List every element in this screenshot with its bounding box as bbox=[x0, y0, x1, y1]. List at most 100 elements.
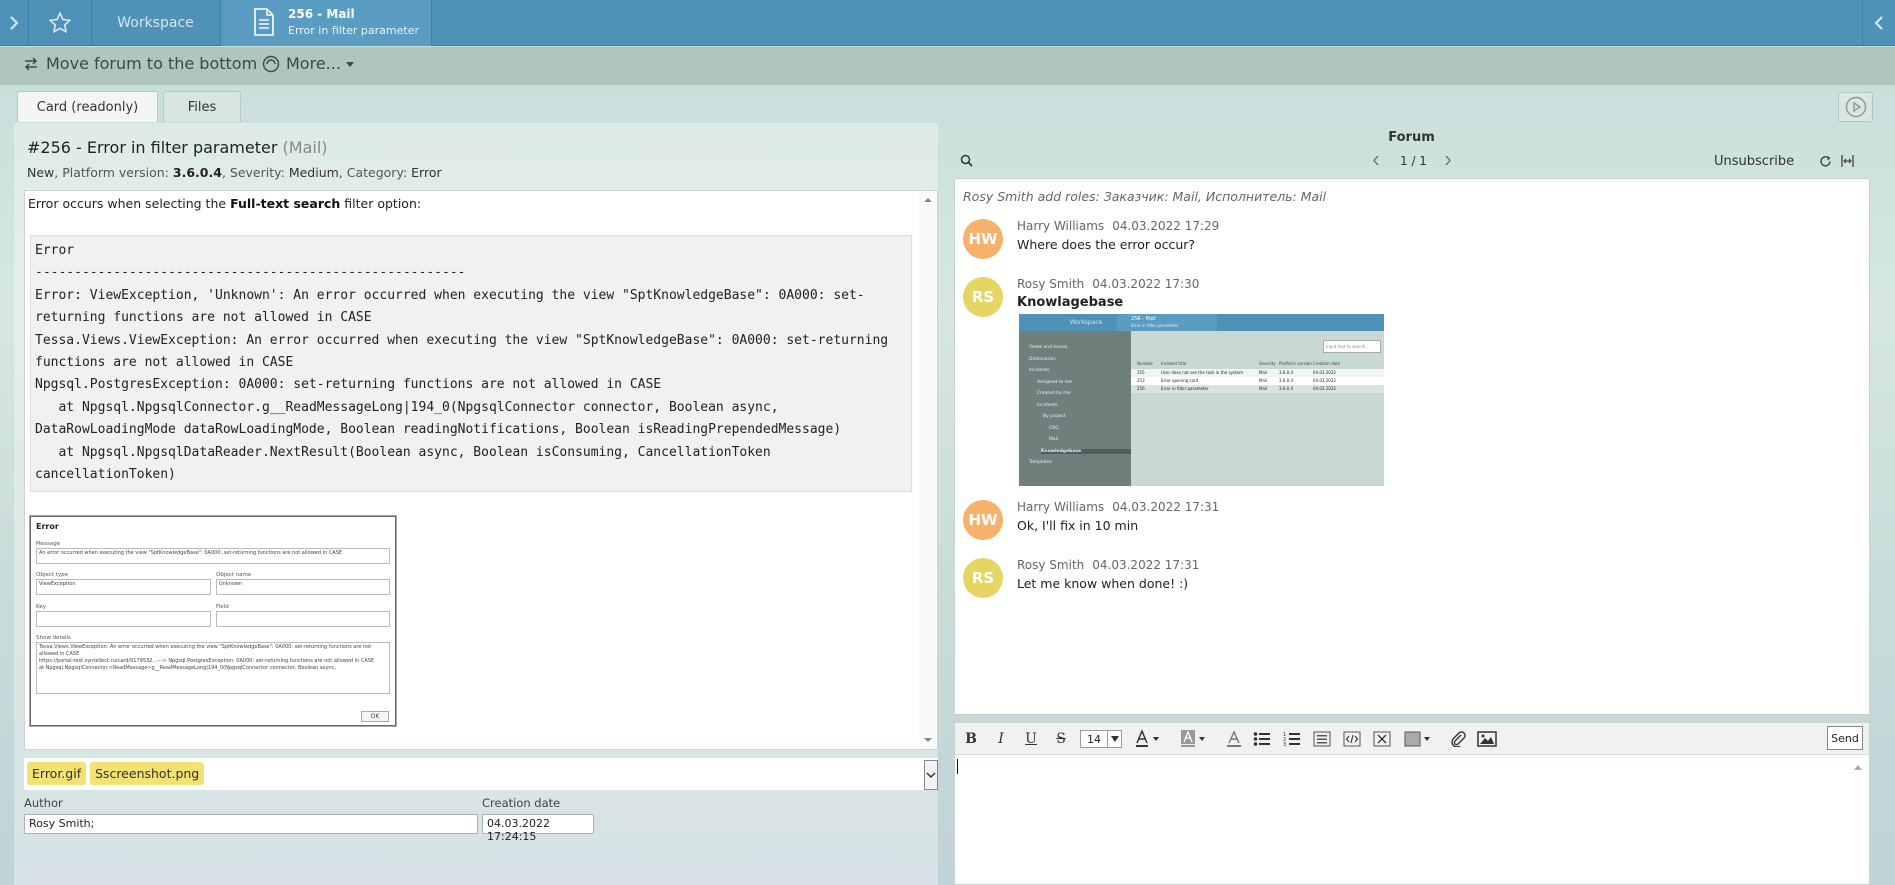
message-text: Let me know when done! :) bbox=[1017, 576, 1189, 591]
attachment-chip[interactable]: Sscreenshot.png bbox=[90, 762, 205, 785]
blockquote-button[interactable] bbox=[1313, 730, 1331, 748]
attachments-dropdown[interactable] bbox=[924, 760, 938, 790]
font-size-value: 14 bbox=[1087, 732, 1101, 746]
card-type-label: (Mail) bbox=[282, 138, 328, 157]
object-type-label: Object type bbox=[36, 572, 68, 578]
bullet-list-icon bbox=[1253, 732, 1270, 746]
kb-tree-item: Created by me bbox=[1037, 391, 1071, 396]
kb-table-cell: 256 bbox=[1137, 386, 1145, 391]
refresh-icon[interactable] bbox=[1819, 155, 1832, 168]
bold-button[interactable]: B bbox=[963, 730, 979, 748]
play-button[interactable] bbox=[1838, 92, 1873, 122]
avatar: HW bbox=[963, 219, 1003, 259]
scroll-down-icon bbox=[924, 738, 932, 742]
tab-files[interactable]: Files bbox=[163, 91, 241, 122]
message-time: 04.03.2022 17:30 bbox=[1092, 277, 1200, 291]
next-page-icon[interactable] bbox=[1444, 155, 1452, 166]
text-color-icon bbox=[1136, 730, 1159, 747]
insert-image-button[interactable] bbox=[1477, 730, 1497, 748]
description-bold: Full-text search bbox=[230, 196, 341, 211]
key-box bbox=[36, 611, 211, 627]
object-name-label: Object name bbox=[216, 572, 252, 578]
unsubscribe-button[interactable]: Unsubscribe bbox=[1714, 154, 1794, 169]
knowledgebase-screenshot[interactable]: Workspace 256 - Mail Error in filter par… bbox=[1019, 314, 1384, 486]
message-author: Harry Williams bbox=[1017, 500, 1105, 514]
attachment-chip[interactable]: Error.gif bbox=[27, 762, 87, 785]
collapse-panel-button[interactable] bbox=[1863, 0, 1895, 46]
font-size-select[interactable]: 14 bbox=[1080, 730, 1122, 748]
platform-label: Platform version: bbox=[62, 165, 169, 180]
remove-format-button[interactable] bbox=[1373, 730, 1391, 748]
more-label: More... bbox=[286, 54, 341, 73]
more-button[interactable]: More... bbox=[262, 54, 361, 73]
code-button[interactable] bbox=[1343, 730, 1361, 748]
expand-sidebar-button[interactable] bbox=[0, 0, 28, 46]
card-tabs: Card (readonly) Files bbox=[0, 85, 1895, 123]
author-field[interactable]: Rosy Smith; bbox=[24, 814, 478, 834]
description-suffix: filter option: bbox=[344, 196, 422, 211]
message-author: Harry Williams bbox=[1017, 219, 1105, 233]
card-meta: New, Platform version: 3.6.0.4, Severity… bbox=[27, 165, 442, 180]
table-button[interactable] bbox=[1403, 730, 1433, 748]
card-title-text: #256 - Error in filter parameter bbox=[27, 138, 278, 157]
kb-column-header: Creation date bbox=[1313, 361, 1341, 366]
strikethrough-button[interactable]: S bbox=[1053, 730, 1069, 748]
kb-tree-item: Templates bbox=[1029, 460, 1052, 465]
clear-format-button[interactable] bbox=[1225, 730, 1243, 748]
message-author: Rosy Smith bbox=[1017, 558, 1085, 572]
message-time: 04.03.2022 17:31 bbox=[1092, 558, 1200, 572]
tab-card-readonly[interactable]: Card (readonly) bbox=[17, 91, 158, 122]
highlight-color-button[interactable] bbox=[1179, 730, 1209, 748]
scroll-up-icon bbox=[924, 198, 932, 202]
description-scrollbar[interactable] bbox=[919, 191, 937, 749]
caret-down-icon bbox=[345, 61, 354, 67]
attach-file-button[interactable] bbox=[1449, 730, 1467, 748]
object-type-box: ViewException bbox=[36, 579, 211, 595]
kb-tab-title: 256 - Mail bbox=[1131, 316, 1156, 322]
move-forum-button[interactable]: Move forum to the bottom bbox=[22, 54, 257, 73]
document-icon bbox=[254, 8, 274, 36]
kb-table-cell: 3.6.0.4 bbox=[1279, 370, 1293, 375]
kb-table-cell: 3.6.0.4 bbox=[1279, 378, 1293, 383]
code-icon bbox=[1343, 731, 1361, 747]
kb-table-cell: Error opening card bbox=[1161, 378, 1199, 383]
kb-column-header: Number bbox=[1137, 361, 1154, 366]
message-author: Rosy Smith bbox=[1017, 277, 1085, 291]
message-input[interactable] bbox=[955, 755, 1867, 884]
kb-workspace-tab: Workspace bbox=[1069, 319, 1103, 326]
card-title: #256 - Error in filter parameter (Mail) bbox=[27, 138, 328, 157]
search-icon[interactable] bbox=[960, 154, 973, 167]
error-code-block: Error ----------------------------------… bbox=[30, 235, 912, 492]
underline-button[interactable]: U bbox=[1023, 730, 1039, 748]
numbered-list-icon: 123 bbox=[1283, 732, 1300, 747]
creation-date-field[interactable]: 04.03.2022 17:24:15 bbox=[482, 814, 594, 843]
workspace-tab[interactable]: Workspace bbox=[92, 0, 219, 46]
scroll-up-icon[interactable] bbox=[1853, 763, 1863, 771]
blockquote-icon bbox=[1313, 731, 1331, 747]
bullet-list-button[interactable] bbox=[1253, 730, 1271, 748]
details-line-2: https://portal-test.syntellect.ru/card/0… bbox=[39, 658, 375, 664]
italic-button[interactable]: I bbox=[993, 730, 1009, 748]
send-button[interactable]: Send bbox=[1827, 726, 1863, 750]
error-dialog-title: Error bbox=[36, 522, 59, 531]
kb-tree-item: Mail bbox=[1049, 437, 1059, 442]
text-color-button[interactable] bbox=[1133, 730, 1163, 748]
message-text: Where does the error occur? bbox=[1017, 237, 1196, 252]
kb-tree-item: By project bbox=[1043, 414, 1066, 419]
creation-date-label: Creation date bbox=[482, 796, 561, 810]
description-box[interactable]: Error occurs when selecting the Full-tex… bbox=[24, 190, 938, 750]
numbered-list-button[interactable]: 123 bbox=[1283, 730, 1301, 748]
details-label: Show details bbox=[36, 635, 71, 641]
expand-width-icon[interactable] bbox=[1840, 154, 1855, 168]
mail-card-tab[interactable]: 256 - Mail Error in filter parameter bbox=[220, 0, 432, 46]
highlight-color-icon bbox=[1181, 730, 1205, 747]
prev-page-icon[interactable] bbox=[1372, 155, 1380, 166]
chevron-right-icon bbox=[10, 16, 19, 30]
kb-table-cell: 255 bbox=[1137, 370, 1145, 375]
details-line-3: at Npgsql.NpgsqlConnector.<ReadMessage>g… bbox=[39, 665, 336, 671]
swap-arrows-icon bbox=[24, 56, 38, 71]
author-label: Author bbox=[24, 796, 63, 810]
avatar: HW bbox=[963, 500, 1003, 540]
kb-column-header: Severity bbox=[1259, 361, 1276, 366]
favorites-button[interactable] bbox=[29, 0, 91, 46]
